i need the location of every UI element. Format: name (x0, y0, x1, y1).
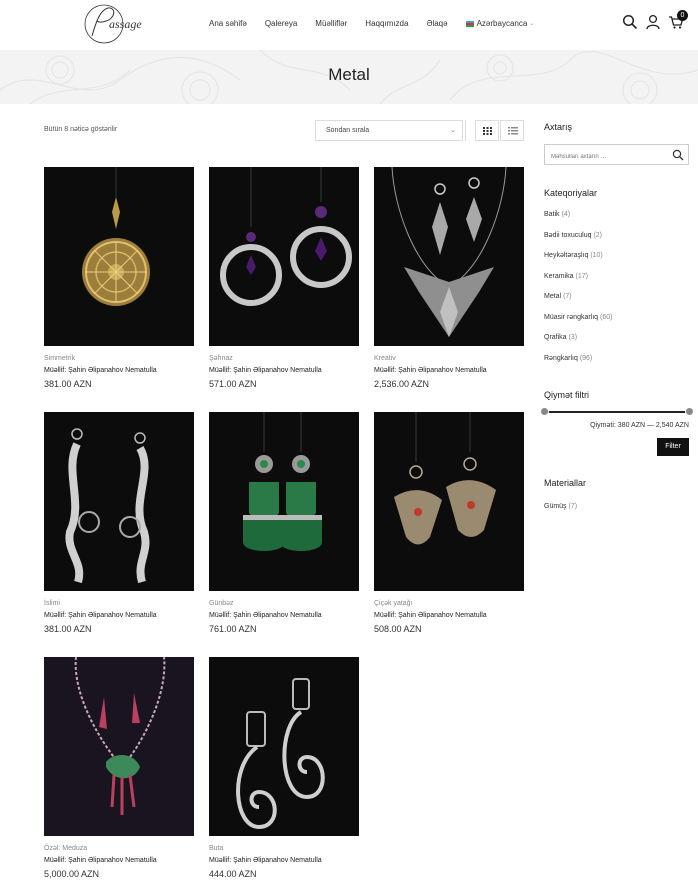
material-list: Gümüş (7) (544, 503, 577, 510)
header-icons: 0 (615, 10, 688, 30)
nav-authors[interactable]: Müəlliflər (315, 19, 347, 28)
site-header: assage Ana səhifə Qalereya Müəlliflər Ha… (0, 0, 698, 50)
material-item[interactable]: Gümüş (7) (544, 503, 577, 510)
nav-home[interactable]: Ana səhifə (209, 19, 247, 28)
product-price: 381.00 AZN (44, 624, 92, 634)
search-icon[interactable] (622, 14, 638, 30)
product-category[interactable]: Günbəz (209, 600, 359, 607)
cart-count-badge: 0 (677, 10, 688, 21)
product-author: Müəllif: Şahin Əlipanahov Nematulla (374, 612, 487, 619)
category-item[interactable]: Heykəltəraşlıq (10) (544, 252, 612, 273)
product-author: Müəllif: Şahin Əlipanahov Nematulla (374, 367, 487, 374)
price-slider-max-handle[interactable] (685, 407, 694, 416)
product-search (544, 144, 689, 167)
price-range-label: Qiyməti: 380 AZN — 2,540 AZN (590, 422, 689, 429)
product-image[interactable] (209, 657, 359, 836)
product-author: Müəllif: Şahin Əlipanahov Nematulla (44, 612, 157, 619)
product-image[interactable] (44, 657, 194, 836)
product-price: 508.00 AZN (374, 624, 422, 634)
category-list: Batik (4) Bədii toxuculuq (2) Heykəltəra… (544, 211, 612, 375)
price-slider-min-handle[interactable] (540, 407, 549, 416)
page-title: Metal (328, 65, 370, 84)
product-category[interactable]: Şəhnaz (209, 355, 359, 362)
result-count: Bütün 8 nəticə göstərilir (44, 126, 118, 133)
product-category[interactable]: Özəl: Meduza (44, 845, 194, 852)
chevron-down-icon: ⌄ (450, 127, 456, 134)
chevron-down-icon: ⌄ (529, 21, 535, 27)
language-selector[interactable]: Azərbaycanca ⌄ (465, 19, 535, 28)
user-icon[interactable] (645, 14, 661, 30)
product-category[interactable]: İslimi (44, 600, 194, 607)
azerbaijan-flag-icon (465, 20, 474, 27)
product-price: 5,000.00 AZN (44, 869, 100, 879)
product-author: Müəllif: Şahin Əlipanahov Nematulla (209, 367, 322, 374)
svg-text:assage: assage (109, 17, 142, 31)
passage-logo[interactable]: assage (82, 2, 158, 46)
category-item[interactable]: Müasir rəngkarlıq (60) (544, 314, 612, 335)
product-price: 444.00 AZN (209, 869, 257, 879)
product-image[interactable] (374, 167, 524, 346)
filter-button[interactable]: Filter (657, 438, 689, 456)
product-price: 571.00 AZN (209, 379, 257, 389)
category-item[interactable]: Qrafika (3) (544, 334, 612, 355)
product-author: Müəllif: Şahin Əlipanahov Nematulla (44, 857, 157, 864)
product-category[interactable]: Çiçək yatağı (374, 600, 524, 607)
search-widget-title: Axtarış (544, 122, 573, 132)
main-nav: Ana səhifə Qalereya Müəlliflər Haqqımızd… (209, 19, 552, 28)
product-card[interactable]: Şəhnaz Müəllif: Şahin Əlipanahov Nematul… (209, 167, 359, 389)
product-card[interactable]: Simmetrik Müəllif: Şahin Əlipanahov Nema… (44, 167, 194, 389)
product-card[interactable]: Özəl: Meduza Müəllif: Şahin Əlipanahov N… (44, 657, 194, 879)
category-item[interactable]: Batik (4) (544, 211, 612, 232)
product-image[interactable] (374, 412, 524, 591)
category-item[interactable]: Rəngkarlıq (96) (544, 355, 612, 376)
search-icon[interactable] (672, 149, 684, 161)
search-input[interactable] (545, 147, 665, 167)
grid-view-button[interactable] (475, 120, 499, 141)
categories-widget-title: Kateqoriyalar (544, 188, 598, 198)
nav-gallery[interactable]: Qalereya (265, 19, 297, 28)
product-card[interactable]: Günbəz Müəllif: Şahin Əlipanahov Nematul… (209, 412, 359, 634)
language-label: Azərbaycanca (476, 19, 528, 28)
product-category[interactable]: Kreativ (374, 355, 524, 362)
product-card[interactable]: Buta Müəllif: Şahin Əlipanahov Nematulla… (209, 657, 359, 879)
nav-about[interactable]: Haqqımızda (365, 19, 408, 28)
category-item[interactable]: Metal (7) (544, 293, 612, 314)
sort-select[interactable]: Sondan sırala ⌄ (315, 120, 463, 141)
list-icon (508, 127, 518, 135)
price-filter-title: Qiymət filtri (544, 390, 589, 400)
product-image[interactable] (44, 167, 194, 346)
product-card[interactable]: Çiçək yatağı Müəllif: Şahin Əlipanahov N… (374, 412, 524, 634)
product-price: 2,536.00 AZN (374, 379, 430, 389)
product-author: Müəllif: Şahin Əlipanahov Nematulla (44, 367, 157, 374)
nav-contact[interactable]: Əlaqə (426, 19, 447, 28)
price-slider-track[interactable] (544, 411, 690, 413)
divider (465, 120, 466, 141)
page-banner: Metal (0, 50, 698, 104)
product-price: 381.00 AZN (44, 379, 92, 389)
product-category[interactable]: Buta (209, 845, 359, 852)
product-image[interactable] (209, 167, 359, 346)
grid-icon (483, 127, 492, 135)
product-category[interactable]: Simmetrik (44, 355, 194, 362)
product-author: Müəllif: Şahin Əlipanahov Nematulla (209, 612, 322, 619)
product-card[interactable]: Kreativ Müəllif: Şahin Əlipanahov Nematu… (374, 167, 524, 389)
product-image[interactable] (209, 412, 359, 591)
category-item[interactable]: Keramika (17) (544, 273, 612, 294)
category-item[interactable]: Bədii toxuculuq (2) (544, 232, 612, 253)
materials-widget-title: Materiallar (544, 478, 587, 488)
sort-selected-label: Sondan sırala (326, 127, 370, 134)
product-author: Müəllif: Şahin Əlipanahov Nematulla (209, 857, 322, 864)
product-price: 761.00 AZN (209, 624, 257, 634)
product-card[interactable]: İslimi Müəllif: Şahin Əlipanahov Nematul… (44, 412, 194, 634)
cart-icon[interactable]: 0 (668, 10, 688, 30)
list-view-button[interactable] (500, 120, 524, 141)
product-image[interactable] (44, 412, 194, 591)
